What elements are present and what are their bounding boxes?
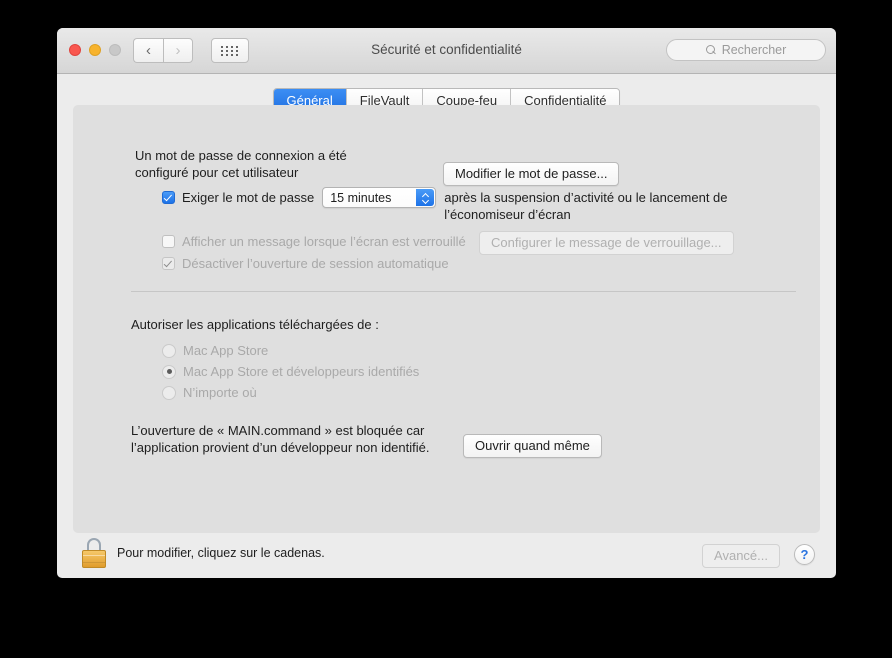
radio-label-mac-app-store-identified: Mac App Store et développeurs identifiés — [183, 364, 420, 379]
help-button[interactable]: ? — [794, 544, 815, 565]
radio-mac-app-store — [162, 343, 176, 358]
password-status-row: Un mot de passe de connexion a été confi… — [135, 147, 775, 186]
change-password-button[interactable]: Modifier le mot de passe... — [443, 162, 620, 186]
password-status-text: Un mot de passe de connexion a été confi… — [135, 148, 347, 180]
disable-auto-login-checkbox — [162, 257, 175, 270]
show-message-checkbox — [162, 235, 175, 248]
preferences-window: ‹ › Sécurité et confidentialité Recherch… — [57, 28, 836, 578]
radio-row-app-store: Mac App Store — [162, 343, 419, 358]
show-message-row: Afficher un message lorsque l’écran est … — [162, 233, 466, 250]
radio-label-anywhere: N’importe où — [183, 385, 257, 400]
search-input[interactable]: Rechercher — [666, 39, 826, 61]
require-password-row: Exiger le mot de passe 15 minutes après … — [162, 187, 754, 223]
stepper-arrows-icon[interactable] — [416, 189, 435, 206]
allow-apps-header: Autoriser les applications téléchargées … — [131, 317, 379, 332]
require-password-checkbox[interactable] — [162, 191, 175, 204]
radio-anywhere — [162, 385, 176, 400]
search-icon — [705, 44, 717, 56]
blocked-app-message: L’ouverture de « MAIN.command » est bloq… — [131, 423, 430, 455]
password-delay-value: 15 minutes — [330, 190, 392, 205]
section-divider — [131, 291, 796, 292]
radio-row-anywhere: N’importe où — [162, 385, 419, 400]
window-titlebar: ‹ › Sécurité et confidentialité Recherch… — [57, 28, 836, 74]
require-password-label: Exiger le mot de passe — [182, 190, 315, 205]
configure-lock-message-button: Configurer le message de verrouillage... — [479, 231, 734, 255]
radio-row-app-store-identified: Mac App Store et développeurs identifiés — [162, 364, 419, 379]
disable-auto-login-label: Désactiver l’ouverture de session automa… — [182, 256, 449, 271]
radio-mac-app-store-identified — [162, 364, 176, 379]
advanced-button: Avancé... — [702, 544, 780, 568]
search-placeholder: Rechercher — [721, 43, 787, 57]
disable-auto-login-row: Désactiver l’ouverture de session automa… — [162, 255, 449, 272]
bottom-bar: Pour modifier, cliquez sur le cadenas. A… — [57, 533, 836, 578]
allow-apps-radio-group: Mac App Store Mac App Store et développe… — [162, 343, 419, 406]
lock-closed-icon[interactable] — [81, 538, 107, 568]
password-delay-select[interactable]: 15 minutes — [322, 187, 437, 208]
require-password-trailing-text: après la suspension d’activité ou le lan… — [444, 190, 728, 222]
show-message-label: Afficher un message lorsque l’écran est … — [182, 234, 466, 249]
lock-hint-text: Pour modifier, cliquez sur le cadenas. — [117, 546, 325, 560]
radio-label-mac-app-store: Mac App Store — [183, 343, 269, 358]
general-panel: Un mot de passe de connexion a été confi… — [73, 105, 820, 533]
open-anyway-button[interactable]: Ouvrir quand même — [463, 434, 602, 458]
